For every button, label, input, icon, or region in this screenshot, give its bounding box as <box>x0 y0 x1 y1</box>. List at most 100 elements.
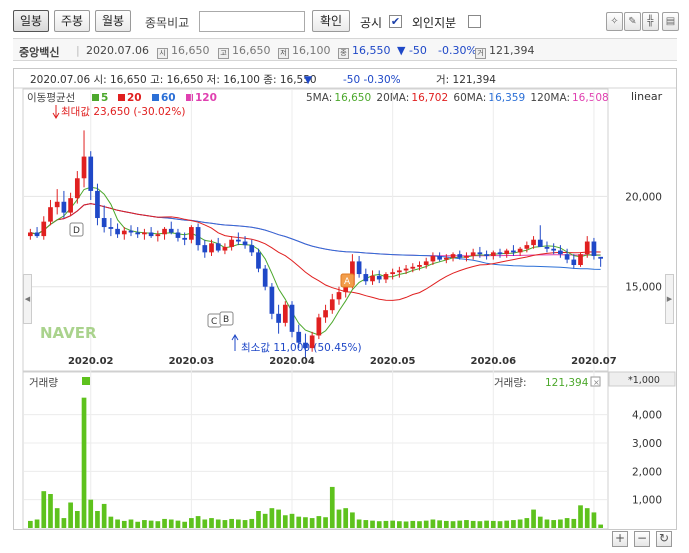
candle-body <box>28 232 33 237</box>
ma-legend-swatch <box>152 94 159 101</box>
volume-bar <box>229 518 234 528</box>
ma-value-label: 120MA: <box>530 92 570 104</box>
naver-watermark: NAVER <box>40 324 97 342</box>
candle-body <box>490 252 496 256</box>
volume-bar <box>182 521 188 528</box>
candle-body <box>558 250 563 255</box>
candle-body <box>262 268 268 287</box>
volume-bar <box>397 521 402 528</box>
price-chart[interactable]: 2020.07.06 시: 16,650 고: 16,650 저: 16,100… <box>0 0 689 553</box>
candle-body <box>584 241 590 255</box>
candle-body <box>68 198 73 213</box>
candle-body <box>128 230 134 233</box>
volume-current: 121,394 <box>545 377 589 389</box>
volume-bar <box>511 520 516 528</box>
volume-bar <box>571 518 577 528</box>
volume-bar <box>390 520 396 528</box>
marker-c[interactable]: C <box>207 313 222 328</box>
candle-body <box>397 270 402 273</box>
ma-legend-swatch <box>118 94 125 101</box>
ma-legend-swatch <box>92 94 99 101</box>
marker-a[interactable]: A <box>340 273 355 288</box>
volume-bar <box>48 494 53 528</box>
volume-bar <box>578 505 583 528</box>
volume-bar <box>74 511 80 528</box>
candle-body <box>544 246 550 249</box>
volume-legend-swatch <box>82 377 90 385</box>
candle-body <box>34 232 40 237</box>
volume-bar <box>363 520 369 528</box>
volume-bar <box>343 508 349 528</box>
volume-label: 거래량: <box>494 377 527 389</box>
zoom-in-button[interactable]: + <box>612 531 628 547</box>
marker-d[interactable]: D <box>69 222 84 237</box>
candle-body <box>316 317 322 336</box>
candle-body <box>269 286 275 314</box>
volume-bar <box>544 519 550 528</box>
candle-body <box>115 228 120 235</box>
x-tick-label: 2020.07 <box>571 356 617 367</box>
volume-bar <box>195 516 201 528</box>
candle-body <box>437 255 442 260</box>
x-tick-label: 2020.05 <box>370 356 416 367</box>
volume-bar <box>490 520 496 528</box>
volume-bar <box>162 518 167 528</box>
refresh-icon[interactable]: ↻ <box>656 531 672 547</box>
candle-body <box>517 248 523 253</box>
x-tick-label: 2020.06 <box>471 356 517 367</box>
candle-body <box>524 245 530 249</box>
candle-body <box>477 252 483 255</box>
volume-bar <box>202 519 208 528</box>
volume-bar <box>296 516 302 528</box>
volume-bar <box>189 518 194 528</box>
candle-body <box>108 227 114 229</box>
marker-b[interactable]: B <box>219 311 234 326</box>
ma-value: 16,702 <box>411 92 448 104</box>
candle-body <box>430 255 436 262</box>
ma-value: 16,508 <box>572 92 609 104</box>
scale-mode[interactable]: linear <box>631 90 663 103</box>
candle-body <box>376 275 382 280</box>
volume-bar <box>598 524 603 528</box>
volume-bar <box>88 499 94 528</box>
candle-body <box>74 178 80 199</box>
volume-bar <box>34 519 40 528</box>
volume-bar <box>497 521 503 528</box>
volume-bar <box>356 519 362 528</box>
candle-body <box>336 292 342 300</box>
scroll-left-button[interactable]: ◀ <box>23 274 32 324</box>
volume-bar <box>323 517 328 528</box>
chart-header-change: -50 -0.30% <box>343 74 401 86</box>
candle-body <box>215 243 221 251</box>
candle-body <box>289 304 295 332</box>
chart-header-volume: 거: 121,394 <box>436 74 496 86</box>
volume-bar <box>81 397 87 528</box>
zoom-out-button[interactable]: − <box>634 531 650 547</box>
volume-bar <box>309 518 315 528</box>
ma-legend-title: 이동평균선 <box>27 92 75 104</box>
volume-bar <box>531 509 536 528</box>
price-tick-label: 15,000 <box>625 282 662 294</box>
candle-body <box>417 265 422 267</box>
ma-legend-label: 5 <box>101 92 108 104</box>
volume-bar <box>376 521 382 528</box>
volume-bar <box>370 520 375 528</box>
candle-body <box>209 243 214 253</box>
ma-values: 5MA: 16,650 20MA: 16,702 60MA: 16,359 120MA: 16… <box>306 92 609 104</box>
candle-body <box>484 254 489 256</box>
volume-bar <box>430 519 436 528</box>
candle-body <box>551 248 557 251</box>
volume-tick-label: 1,000 <box>632 495 662 507</box>
volume-bar <box>215 519 221 528</box>
candle-body <box>101 218 107 228</box>
candle-body <box>564 254 570 260</box>
volume-bar <box>68 502 73 528</box>
candle-body <box>88 156 94 191</box>
volume-bar <box>464 520 469 528</box>
candle-body <box>591 241 597 256</box>
chart-header-line: 2020.07.06 시: 16,650 고: 16,650 저: 16,100… <box>30 74 317 86</box>
volume-bar <box>477 521 483 528</box>
close-x-icon[interactable]: × <box>593 378 600 387</box>
volume-bar <box>242 520 248 528</box>
scroll-right-button[interactable]: ▶ <box>665 274 674 324</box>
